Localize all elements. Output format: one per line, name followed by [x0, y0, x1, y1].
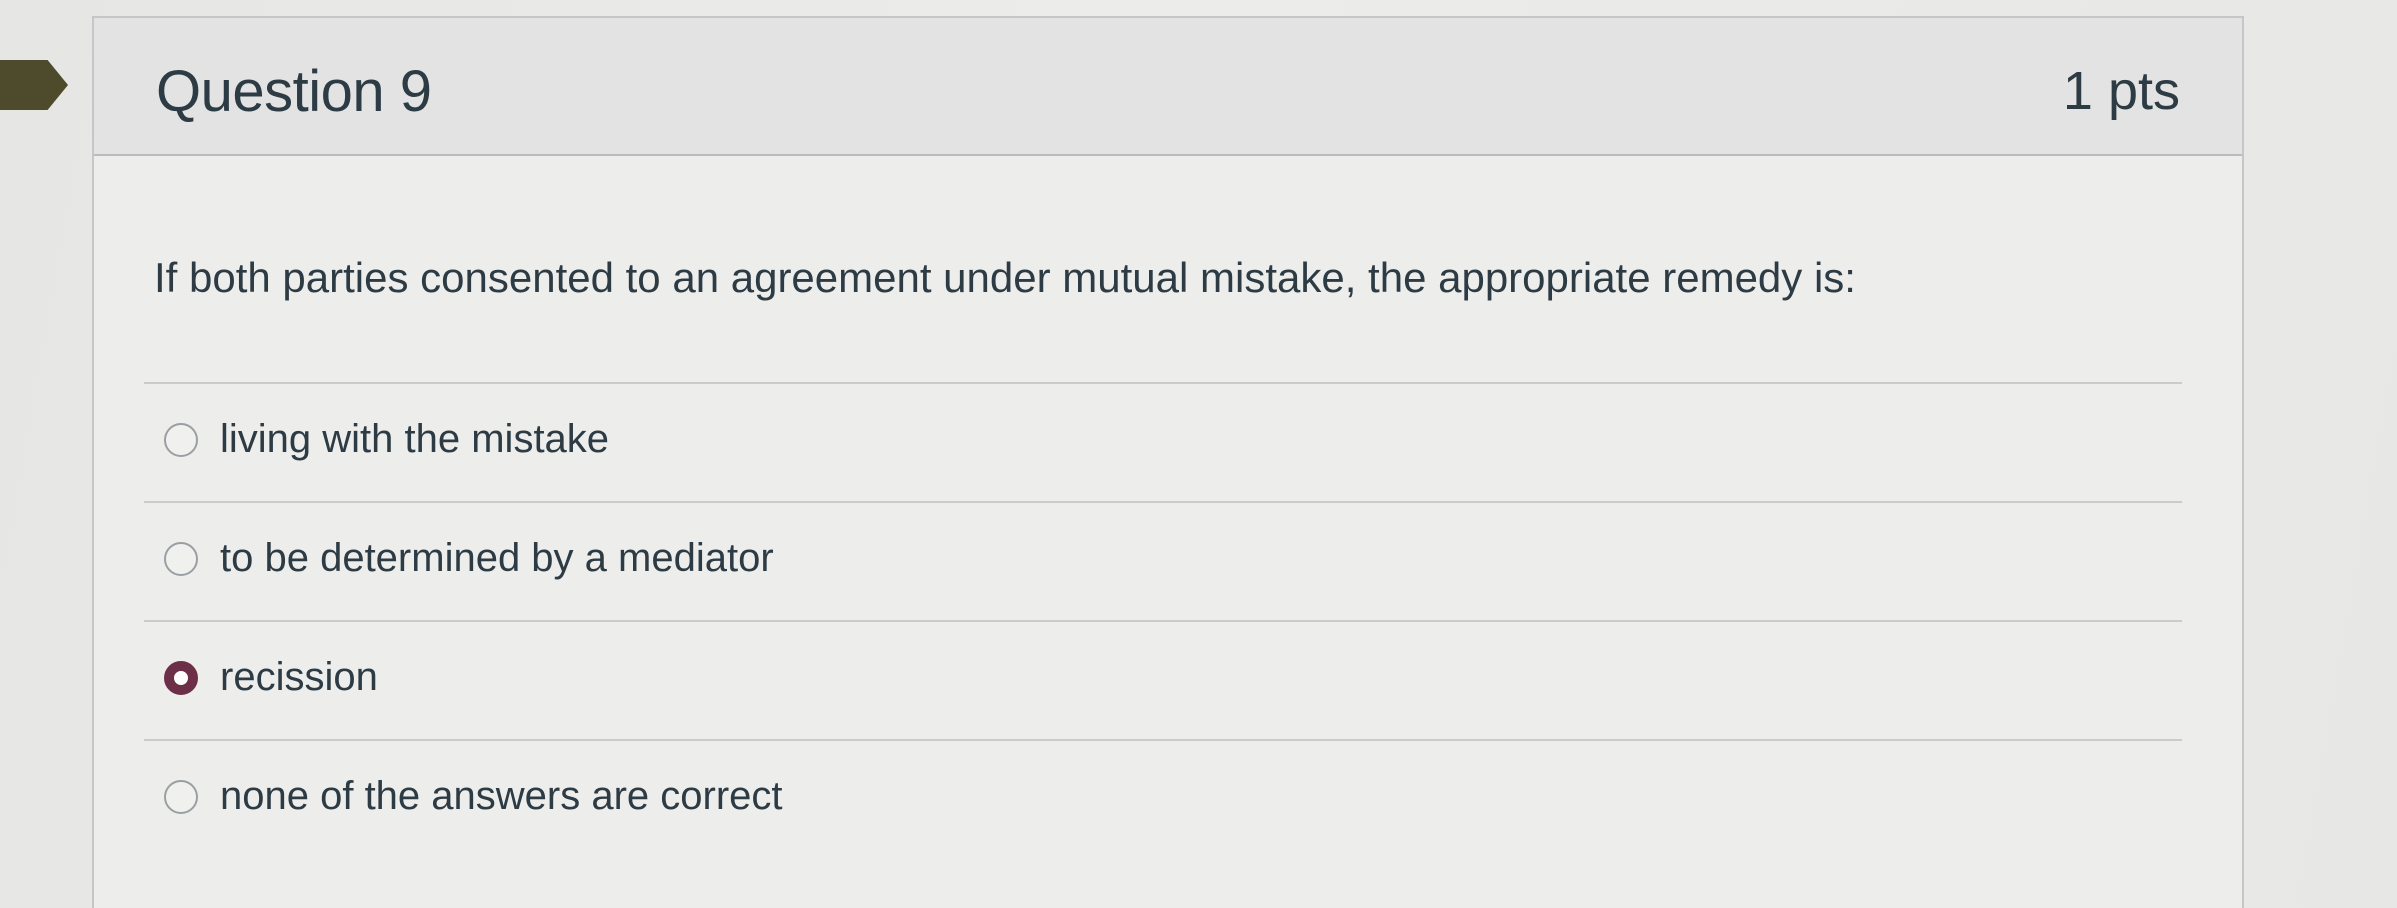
radio-button-selected[interactable]: [164, 661, 198, 695]
radio-button[interactable]: [164, 780, 198, 814]
question-text: If both parties consented to an agreemen…: [154, 254, 1856, 301]
question-points: 1 pts: [2062, 61, 2180, 121]
answer-option[interactable]: living with the mistake: [144, 382, 2182, 501]
question-header: Question 9 1 pts: [94, 18, 2242, 156]
radio-button[interactable]: [164, 423, 198, 457]
flag-question-icon[interactable]: [0, 60, 68, 110]
radio-button[interactable]: [164, 542, 198, 576]
answer-option[interactable]: none of the answers are correct: [144, 739, 2182, 858]
answer-list: living with the mistake to be determined…: [144, 382, 2182, 858]
answer-option[interactable]: to be determined by a mediator: [144, 501, 2182, 620]
answer-label[interactable]: none of the answers are correct: [220, 774, 783, 819]
answer-label[interactable]: recission: [220, 655, 378, 700]
answer-label[interactable]: living with the mistake: [220, 417, 609, 462]
question-card: Question 9 1 pts If both parties consent…: [92, 16, 2244, 908]
quiz-page: Question 9 1 pts If both parties consent…: [0, 0, 2397, 908]
question-title: Question 9: [156, 59, 432, 124]
answer-option[interactable]: recission: [144, 620, 2182, 739]
answer-label[interactable]: to be determined by a mediator: [220, 536, 774, 581]
